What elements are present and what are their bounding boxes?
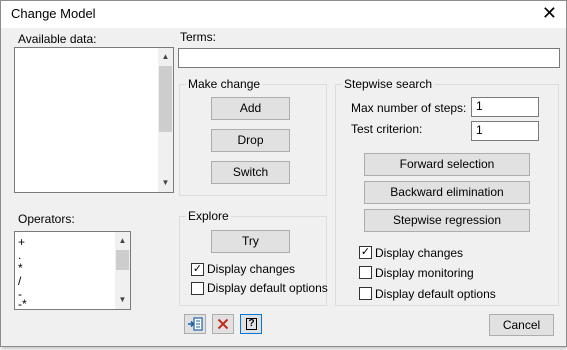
stepwise-display-default-options-label: Display default options: [375, 287, 496, 301]
max-steps-label: Max number of steps:: [351, 101, 467, 115]
stepwise-display-monitoring-label: Display monitoring: [375, 266, 474, 280]
add-button[interactable]: Add: [211, 97, 290, 120]
close-icon[interactable]: ✕: [542, 3, 557, 23]
stepwise-display-changes-checkbox[interactable]: ✓: [359, 246, 372, 259]
help-button[interactable]: ?: [240, 314, 262, 334]
test-criterion-label: Test criterion:: [351, 122, 423, 136]
terms-label: Terms:: [180, 30, 216, 44]
clear-x-icon: [217, 318, 229, 330]
operators-scrollbar[interactable]: ▲ ▼: [115, 232, 130, 309]
change-model-dialog: Change Model ✕ Available data: ▲ ▼ Terms…: [0, 0, 567, 347]
test-criterion-input[interactable]: 1: [471, 121, 539, 141]
max-steps-input[interactable]: 1: [471, 97, 539, 117]
save-to-list-button[interactable]: [184, 314, 206, 334]
clear-button[interactable]: [212, 314, 234, 334]
scroll-up-icon[interactable]: ▲: [158, 50, 173, 64]
operators-list[interactable]: + . * / - -* ▲ ▼: [14, 231, 131, 311]
explore-title: Explore: [186, 209, 231, 223]
window-title: Change Model: [11, 6, 96, 21]
help-icon: ?: [246, 318, 257, 330]
title-bar: Change Model ✕: [1, 1, 566, 28]
stepwise-display-monitoring-checkbox[interactable]: [359, 266, 372, 279]
terms-input[interactable]: [178, 48, 560, 68]
make-change-title: Make change: [186, 77, 263, 91]
operator-item[interactable]: -*: [18, 298, 27, 311]
explore-display-changes-label: Display changes: [207, 262, 296, 276]
scroll-down-icon[interactable]: ▼: [115, 293, 130, 307]
stepwise-display-default-options-checkbox[interactable]: [359, 287, 372, 300]
available-data-list[interactable]: ▲ ▼: [14, 47, 174, 193]
backward-elimination-button[interactable]: Backward elimination: [364, 181, 530, 204]
operators-label: Operators:: [18, 212, 75, 226]
save-to-list-icon: [188, 317, 203, 331]
explore-display-default-options-checkbox[interactable]: [191, 282, 204, 295]
switch-button[interactable]: Switch: [211, 161, 290, 184]
scroll-down-icon[interactable]: ▼: [158, 176, 173, 190]
explore-display-default-options-label: Display default options: [207, 281, 328, 295]
drop-button[interactable]: Drop: [211, 129, 290, 152]
explore-display-changes-checkbox[interactable]: ✓: [191, 263, 204, 276]
stepwise-regression-button[interactable]: Stepwise regression: [364, 209, 530, 232]
available-data-label: Available data:: [18, 32, 97, 46]
available-data-scrollbar[interactable]: ▲ ▼: [158, 48, 173, 192]
stepwise-search-title: Stepwise search: [342, 77, 435, 91]
stepwise-display-changes-label: Display changes: [375, 246, 464, 260]
try-button[interactable]: Try: [211, 230, 290, 253]
scroll-up-icon[interactable]: ▲: [115, 234, 130, 248]
scroll-thumb[interactable]: [159, 66, 172, 132]
scroll-thumb[interactable]: [116, 250, 129, 270]
forward-selection-button[interactable]: Forward selection: [364, 153, 530, 176]
cancel-button[interactable]: Cancel: [489, 314, 554, 336]
